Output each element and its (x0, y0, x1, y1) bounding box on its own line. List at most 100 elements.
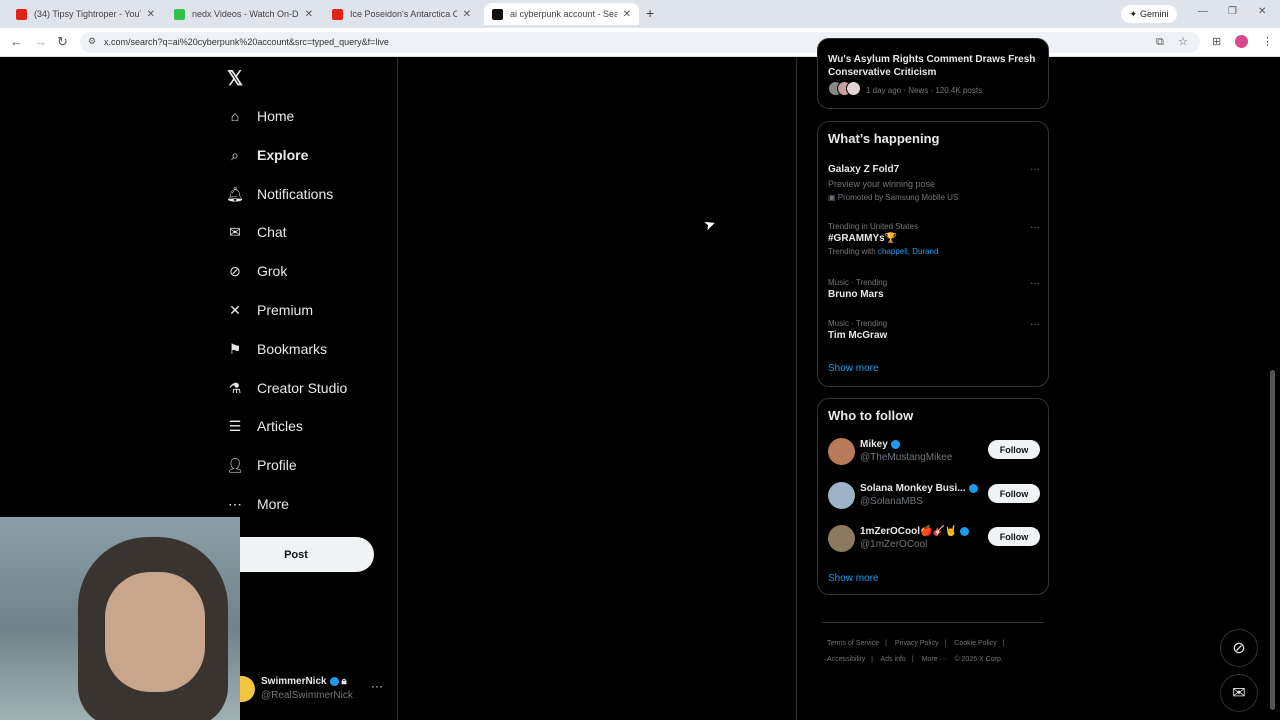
news-avatars (828, 81, 862, 97)
nav-premium[interactable]: ✕ Premium (227, 298, 313, 322)
footer-link[interactable]: Privacy Policy (895, 640, 939, 647)
show-more-link[interactable]: Show more (828, 363, 879, 374)
copyright: © 2026 X Corp. (954, 656, 1003, 663)
follow-suggestion[interactable]: Solana Monkey Busi... @SolanaMBS Follow (828, 481, 1040, 511)
nav-explore[interactable]: ⌕ Explore (227, 143, 308, 167)
extensions-icon[interactable]: ⊞ (1212, 35, 1221, 48)
nav-home[interactable]: ⌂ Home (227, 104, 295, 128)
trend-with: Trending with chappell, Durand (828, 247, 939, 256)
nav-label: Articles (257, 418, 303, 434)
show-more-link[interactable]: Show more (828, 573, 879, 584)
x-logo[interactable]: 𝕏 (227, 66, 243, 91)
browser-tab-ice[interactable]: Ice Poseidon's Antarctica Cruise ✕ (324, 3, 479, 25)
whats-happening-card: What’s happening Galaxy Z Fold7 Preview … (817, 121, 1049, 387)
gemini-label: Gemini (1140, 9, 1169, 19)
new-tab-button[interactable]: + (646, 5, 654, 21)
scrollbar-thumb[interactable] (1270, 370, 1275, 710)
footer-link[interactable]: Terms of Service (827, 640, 879, 647)
more-circle-icon: ⋯ (228, 495, 242, 512)
news-card[interactable]: Wu's Asylum Rights Comment Draws Fresh C… (817, 38, 1049, 109)
footer-separator: | (871, 656, 873, 663)
follow-button[interactable]: Follow (988, 440, 1040, 459)
footer-separator: | (1002, 640, 1005, 647)
minimize-icon[interactable]: — (1198, 6, 1208, 17)
restore-icon[interactable]: ❐ (1228, 6, 1237, 17)
user-handle: @SolanaMBS (860, 496, 923, 507)
follow-suggestion[interactable]: Mikey @TheMustangMikee Follow (828, 437, 1040, 467)
footer-link[interactable]: Ads info (881, 656, 906, 663)
follow-suggestion[interactable]: 1mZerOCool🍎🎸🤘 @1mZerOCool Follow (828, 524, 1040, 554)
user-handle: @TheMustangMikee (860, 452, 953, 463)
nav-profile[interactable]: 👤︎ Profile (226, 453, 297, 477)
trend-title: Bruno Mars (828, 289, 884, 300)
trend-item-bruno-mars[interactable]: Music · Trending Bruno Mars ··· (828, 278, 1040, 300)
trend-item-tim-mcgraw[interactable]: Music · Trending Tim McGraw ··· (828, 319, 1040, 341)
site-info-icon[interactable]: ⚙ (88, 36, 96, 47)
verified-badge-icon (890, 439, 900, 449)
nav-bookmarks[interactable]: ⚑ Bookmarks (227, 337, 327, 361)
user-name: 1mZerOCool🍎🎸🤘 (860, 526, 970, 537)
mouse-cursor-icon: ➤ (701, 214, 718, 234)
close-tab-icon[interactable]: ✕ (463, 9, 471, 20)
browser-menu-icon[interactable]: ⋮ (1262, 35, 1273, 48)
nav-label: Bookmarks (257, 341, 328, 357)
trend-item-grammys[interactable]: Trending in United States #GRAMMYs🏆 Tren… (828, 222, 1040, 256)
gemini-button[interactable]: ✦ Gemini (1121, 5, 1177, 23)
account-more-icon[interactable]: ··· (371, 679, 383, 693)
follow-button[interactable]: Follow (988, 527, 1040, 546)
more-options-icon[interactable]: ··· (1030, 278, 1040, 289)
browser-tab-youtube[interactable]: (34) Tipsy Tightroper - YouTube ✕ (8, 3, 163, 25)
section-heading: Who to follow (828, 408, 914, 423)
lock-icon: 🔒︎ (341, 676, 347, 687)
messages-fab[interactable]: ✉ (1220, 674, 1258, 712)
trend-item-promoted[interactable]: Galaxy Z Fold7 Preview your winning pose… (828, 164, 1040, 202)
youtube-icon (16, 8, 27, 20)
browser-tab-nedx[interactable]: nedx Videos - Watch On-Dem ✕ (166, 3, 321, 25)
nav-articles[interactable]: ☰ Articles (227, 414, 303, 438)
footer-link[interactable]: More ··· (922, 656, 947, 663)
follow-button[interactable]: Follow (988, 484, 1040, 503)
close-tab-icon[interactable]: ✕ (305, 9, 313, 20)
nav-creator-studio[interactable]: ⚗ Creator Studio (227, 376, 348, 400)
browser-toolbar: ← → ↻ ⚙ x.com/search?q=ai%20cyberpunk%20… (0, 28, 1280, 57)
browser-profile-avatar[interactable] (1235, 35, 1248, 48)
news-meta: 1 day ago · News · 120.4K posts (866, 86, 983, 95)
close-window-icon[interactable]: ✕ (1258, 6, 1266, 17)
nav-more[interactable]: ⋯ More (227, 492, 289, 516)
avatar (828, 438, 855, 465)
nav-grok[interactable]: ⊘ Grok (227, 259, 287, 283)
footer-link[interactable]: Cookie Policy (954, 640, 996, 647)
browser-tab-bar: (34) Tipsy Tightroper - YouTube ✕ nedx V… (0, 0, 1280, 28)
more-options-icon[interactable]: ··· (1030, 164, 1040, 175)
grok-fab[interactable]: ⊘ (1220, 629, 1258, 667)
forward-icon[interactable]: → (34, 34, 47, 49)
flask-icon: ⚗ (228, 379, 242, 396)
install-app-icon[interactable]: ⧉ (1156, 36, 1164, 49)
home-icon: ⌂ (230, 108, 240, 124)
bookmark-icon: ⚑ (228, 340, 242, 357)
footer-link[interactable]: Accessibility (827, 656, 865, 663)
nav-chat[interactable]: ✉ Chat (227, 220, 286, 244)
back-icon[interactable]: ← (10, 34, 23, 49)
trend-title: Tim McGraw (828, 330, 888, 341)
bookmark-star-icon[interactable]: ☆ (1178, 35, 1188, 48)
youtube-icon (332, 8, 343, 20)
who-to-follow-card: Who to follow Mikey @TheMustangMikee Fol… (817, 398, 1049, 595)
close-tab-icon[interactable]: ✕ (147, 9, 155, 20)
trend-links[interactable]: chappell, Durand (878, 247, 938, 256)
mail-icon: ✉ (229, 223, 241, 240)
nav-label: Notifications (257, 186, 334, 202)
verified-badge-icon (329, 676, 339, 686)
close-tab-icon[interactable]: ✕ (623, 9, 631, 20)
streamer-face (105, 572, 205, 692)
more-options-icon[interactable]: ··· (1030, 319, 1040, 330)
promoted-label: ▣ Promoted by Samsung Mobile US (828, 193, 959, 202)
browser-tab-x-search[interactable]: ai cyberpunk account - Search ✕ (484, 3, 639, 25)
reload-icon[interactable]: ↻ (57, 34, 68, 50)
account-switcher[interactable]: SwimmerNick 🔒︎ @RealSwimmerNick ··· (240, 673, 390, 707)
more-options-icon[interactable]: ··· (1030, 222, 1040, 233)
post-button[interactable]: Post (218, 537, 374, 572)
x-premium-icon: ✕ (229, 301, 241, 318)
url-text[interactable]: x.com/search?q=ai%20cyberpunk%20account&… (104, 37, 389, 47)
nav-notifications[interactable]: 🔔︎ Notifications (226, 182, 334, 206)
